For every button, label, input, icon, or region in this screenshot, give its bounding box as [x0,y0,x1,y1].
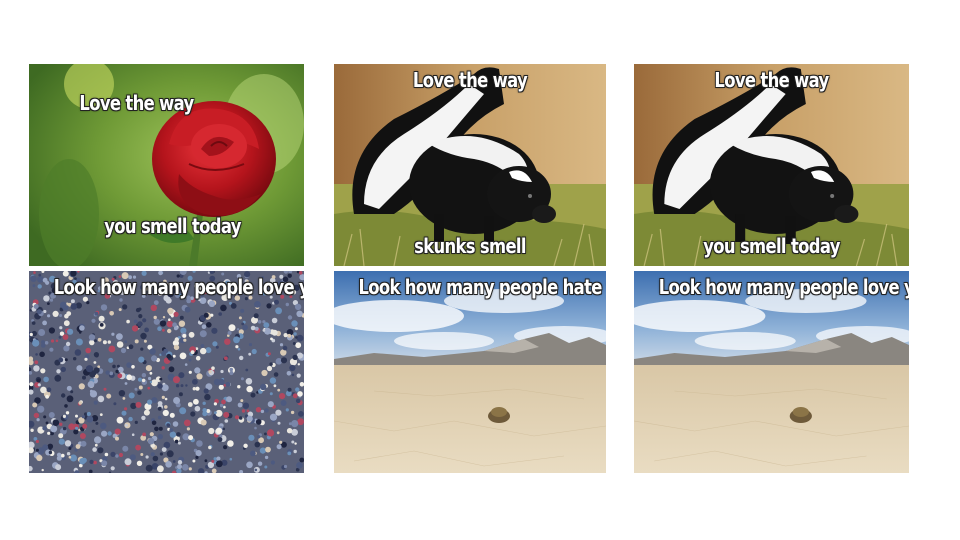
desert-photo [334,271,606,473]
meme-top-text: Love the way [79,91,194,115]
meme-top-text: Love the way [412,68,528,92]
meme-panel-desert-2: Look how many people love you [634,271,909,473]
meme-panel-skunk-2: Love the way you smell today [634,64,909,266]
meme-panel-desert-1: Look how many people hate you [334,271,606,473]
meme-bottom-text: skunks smell [414,234,526,258]
meme-top-text: Look how many people love you [53,275,304,299]
meme-panel-skunk-1: Love the way skunks smell [334,64,606,266]
meme-top-text: Look how many people love you [658,275,909,299]
crowd-photo [29,271,304,473]
meme-panel-crowd: Look how many people love you [29,271,304,473]
meme-top-text: Love the way [714,68,829,92]
desert-photo [634,271,909,473]
meme-bottom-text: you smell today [703,234,840,258]
meme-bottom-text: you smell today [104,214,241,238]
meme-panel-rose: Love the way you smell today [29,64,304,266]
meme-top-text: Look how many people hate you [358,275,606,299]
